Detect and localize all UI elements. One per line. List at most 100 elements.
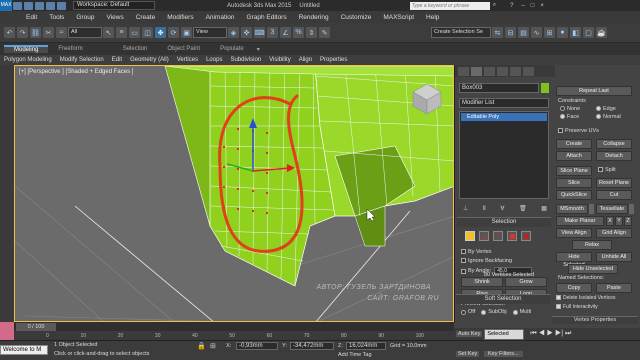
slice-button[interactable]: Slice bbox=[556, 178, 592, 188]
quickslice-button[interactable]: QuickSlice bbox=[556, 190, 592, 200]
show-end-result-icon[interactable]: Ⅱ bbox=[483, 205, 486, 212]
panel-subdivision[interactable]: Subdivision bbox=[226, 57, 265, 63]
select-rotate-icon[interactable]: ⟳ bbox=[168, 27, 179, 38]
make-planar-z-button[interactable]: Z bbox=[624, 216, 632, 226]
redo-icon[interactable] bbox=[57, 1, 66, 10]
minimize-icon[interactable]: – bbox=[521, 3, 524, 9]
create-tab-icon[interactable] bbox=[458, 66, 469, 76]
menu-tools[interactable]: Tools bbox=[43, 14, 70, 21]
preview-multi-radio[interactable] bbox=[512, 309, 518, 315]
menu-maxscript[interactable]: MAXScript bbox=[377, 14, 420, 21]
by-vertex-checkbox[interactable]: By Vertex bbox=[461, 249, 492, 255]
material-editor-icon[interactable]: ● bbox=[557, 27, 568, 38]
modifier-list-select[interactable]: Modifier List bbox=[459, 98, 549, 108]
search-input[interactable]: Type a keyword or phrase bbox=[409, 1, 490, 10]
panel-polygon-modeling[interactable]: Polygon Modeling bbox=[0, 57, 56, 63]
edge-level-icon[interactable]: ◿ bbox=[479, 231, 489, 241]
bind-space-warp-icon[interactable]: ≈ bbox=[56, 27, 67, 38]
modifier-stack[interactable]: Editable Poly bbox=[459, 111, 549, 199]
ignore-backfacing-checkbox[interactable]: Ignore Backfacing bbox=[461, 258, 512, 264]
unhide-all-button[interactable]: Unhide All bbox=[596, 252, 632, 262]
panel-loops[interactable]: Loops bbox=[202, 57, 226, 63]
make-planar-y-button[interactable]: Y bbox=[615, 216, 623, 226]
set-key-button[interactable]: Set Key bbox=[456, 351, 480, 357]
menu-edit[interactable]: Edit bbox=[20, 14, 43, 21]
grow-button[interactable]: Grow bbox=[505, 277, 547, 287]
selection-filter-select[interactable]: All bbox=[68, 27, 102, 38]
menu-help[interactable]: Help bbox=[420, 14, 445, 21]
preview-off-radio[interactable] bbox=[461, 309, 466, 315]
workspace-select[interactable]: Workspace: Default bbox=[73, 1, 155, 10]
tab-modeling[interactable]: Modeling bbox=[4, 45, 49, 53]
maximize-icon[interactable]: □ bbox=[531, 3, 535, 9]
open-file-icon[interactable] bbox=[24, 1, 33, 10]
menu-graph-editors[interactable]: Graph Editors bbox=[241, 14, 293, 21]
configure-sets-icon[interactable]: ▦ bbox=[541, 205, 547, 212]
manipulate-icon[interactable]: ✜ bbox=[241, 27, 252, 38]
mirror-icon[interactable]: ⇆ bbox=[492, 27, 503, 38]
collapse-button[interactable]: Collapse bbox=[596, 139, 632, 149]
save-file-icon[interactable] bbox=[35, 1, 44, 10]
undo-icon[interactable]: ↶ bbox=[4, 27, 15, 38]
select-move-icon[interactable]: ✥ bbox=[155, 27, 166, 38]
hide-unselected-button[interactable]: Hide Unselected bbox=[568, 264, 618, 274]
panel-visibility[interactable]: Visibility bbox=[265, 57, 295, 63]
panel-vertices[interactable]: Vertices bbox=[173, 57, 202, 63]
search-icon[interactable]: ⌕ bbox=[493, 2, 496, 9]
key-mode-select[interactable]: Selected bbox=[484, 328, 525, 340]
copy-button[interactable]: Copy bbox=[556, 283, 592, 293]
layer-explorer-icon[interactable]: ▤ bbox=[518, 27, 529, 38]
z-coordinate-field[interactable]: 16,024mm bbox=[346, 342, 386, 350]
key-filters-button[interactable]: Key Filters... bbox=[484, 351, 523, 357]
tab-object-paint[interactable]: Object Paint bbox=[157, 46, 210, 52]
menu-modifiers[interactable]: Modifiers bbox=[161, 14, 199, 21]
grid-align-button[interactable]: Grid Align bbox=[596, 228, 632, 238]
pin-stack-icon[interactable]: ⊥ bbox=[463, 205, 468, 212]
remove-modifier-icon[interactable]: 🗑 bbox=[519, 205, 527, 212]
close-icon[interactable]: × bbox=[540, 3, 544, 9]
soft-selection-rollout[interactable]: Soft Selection bbox=[456, 294, 550, 304]
absolute-mode-icon[interactable]: ⊞ bbox=[210, 342, 216, 350]
schematic-view-icon[interactable]: ⊞ bbox=[544, 27, 555, 38]
add-time-tag-button[interactable]: Add Time Tag bbox=[338, 352, 372, 358]
detach-button[interactable]: Detach bbox=[596, 151, 632, 161]
max-logo-icon[interactable]: MAX bbox=[0, 0, 12, 11]
time-slider[interactable]: 0 / 100 bbox=[16, 322, 56, 331]
preview-subobj-radio[interactable] bbox=[481, 309, 487, 315]
menu-group[interactable]: Group bbox=[70, 14, 100, 21]
selection-rollout-header[interactable]: Selection bbox=[457, 217, 551, 227]
split-checkbox[interactable]: Split bbox=[598, 167, 616, 173]
create-button[interactable]: Create bbox=[556, 139, 592, 149]
track-bar[interactable]: 0 10 20 30 40 50 60 70 80 90 100 bbox=[0, 331, 454, 340]
polygon-level-icon[interactable] bbox=[507, 231, 517, 241]
border-level-icon[interactable]: ○ bbox=[493, 231, 503, 241]
maxscript-listener[interactable]: Welcome to M bbox=[0, 345, 48, 355]
tab-populate[interactable]: Populate bbox=[210, 46, 254, 52]
panel-properties[interactable]: Properties bbox=[316, 57, 351, 63]
vertex-properties-rollout[interactable]: Vertex Properties bbox=[552, 316, 638, 324]
select-scale-icon[interactable]: ▣ bbox=[181, 27, 192, 38]
constraint-edge-radio[interactable]: Edge bbox=[596, 106, 616, 112]
select-by-name-icon[interactable]: ≡ bbox=[116, 27, 127, 38]
shrink-button[interactable]: Shrink bbox=[461, 277, 503, 287]
rect-selection-icon[interactable]: ▭ bbox=[129, 27, 140, 38]
repeat-last-button[interactable]: Repeat Last bbox=[556, 86, 632, 96]
select-object-icon[interactable]: ↖ bbox=[103, 27, 114, 38]
motion-tab-icon[interactable] bbox=[497, 66, 508, 76]
relax-button[interactable]: Relax bbox=[572, 240, 612, 250]
menu-animation[interactable]: Animation bbox=[200, 14, 241, 21]
hide-selected-button[interactable]: Hide Selected bbox=[556, 252, 592, 268]
spinner-snap-icon[interactable]: ⇕ bbox=[306, 27, 317, 38]
tessellate-button[interactable]: Tessellate bbox=[596, 204, 628, 214]
by-angle-checkbox[interactable] bbox=[461, 268, 466, 274]
utilities-tab-icon[interactable] bbox=[523, 66, 534, 76]
y-coordinate-field[interactable]: -34,472mm bbox=[290, 342, 334, 350]
tab-freeform[interactable]: Freeform bbox=[48, 46, 92, 52]
attach-button[interactable]: Attach bbox=[556, 151, 592, 161]
make-planar-x-button[interactable]: X bbox=[606, 216, 614, 226]
make-unique-icon[interactable]: ∀ bbox=[500, 205, 504, 212]
cut-button[interactable]: Cut bbox=[596, 190, 632, 200]
viewport-label[interactable]: [+] [Perspective ] [Shaded + Edged Faces… bbox=[19, 69, 133, 75]
object-color-swatch[interactable] bbox=[541, 83, 549, 93]
make-planar-button[interactable]: Make Planar bbox=[556, 216, 604, 226]
